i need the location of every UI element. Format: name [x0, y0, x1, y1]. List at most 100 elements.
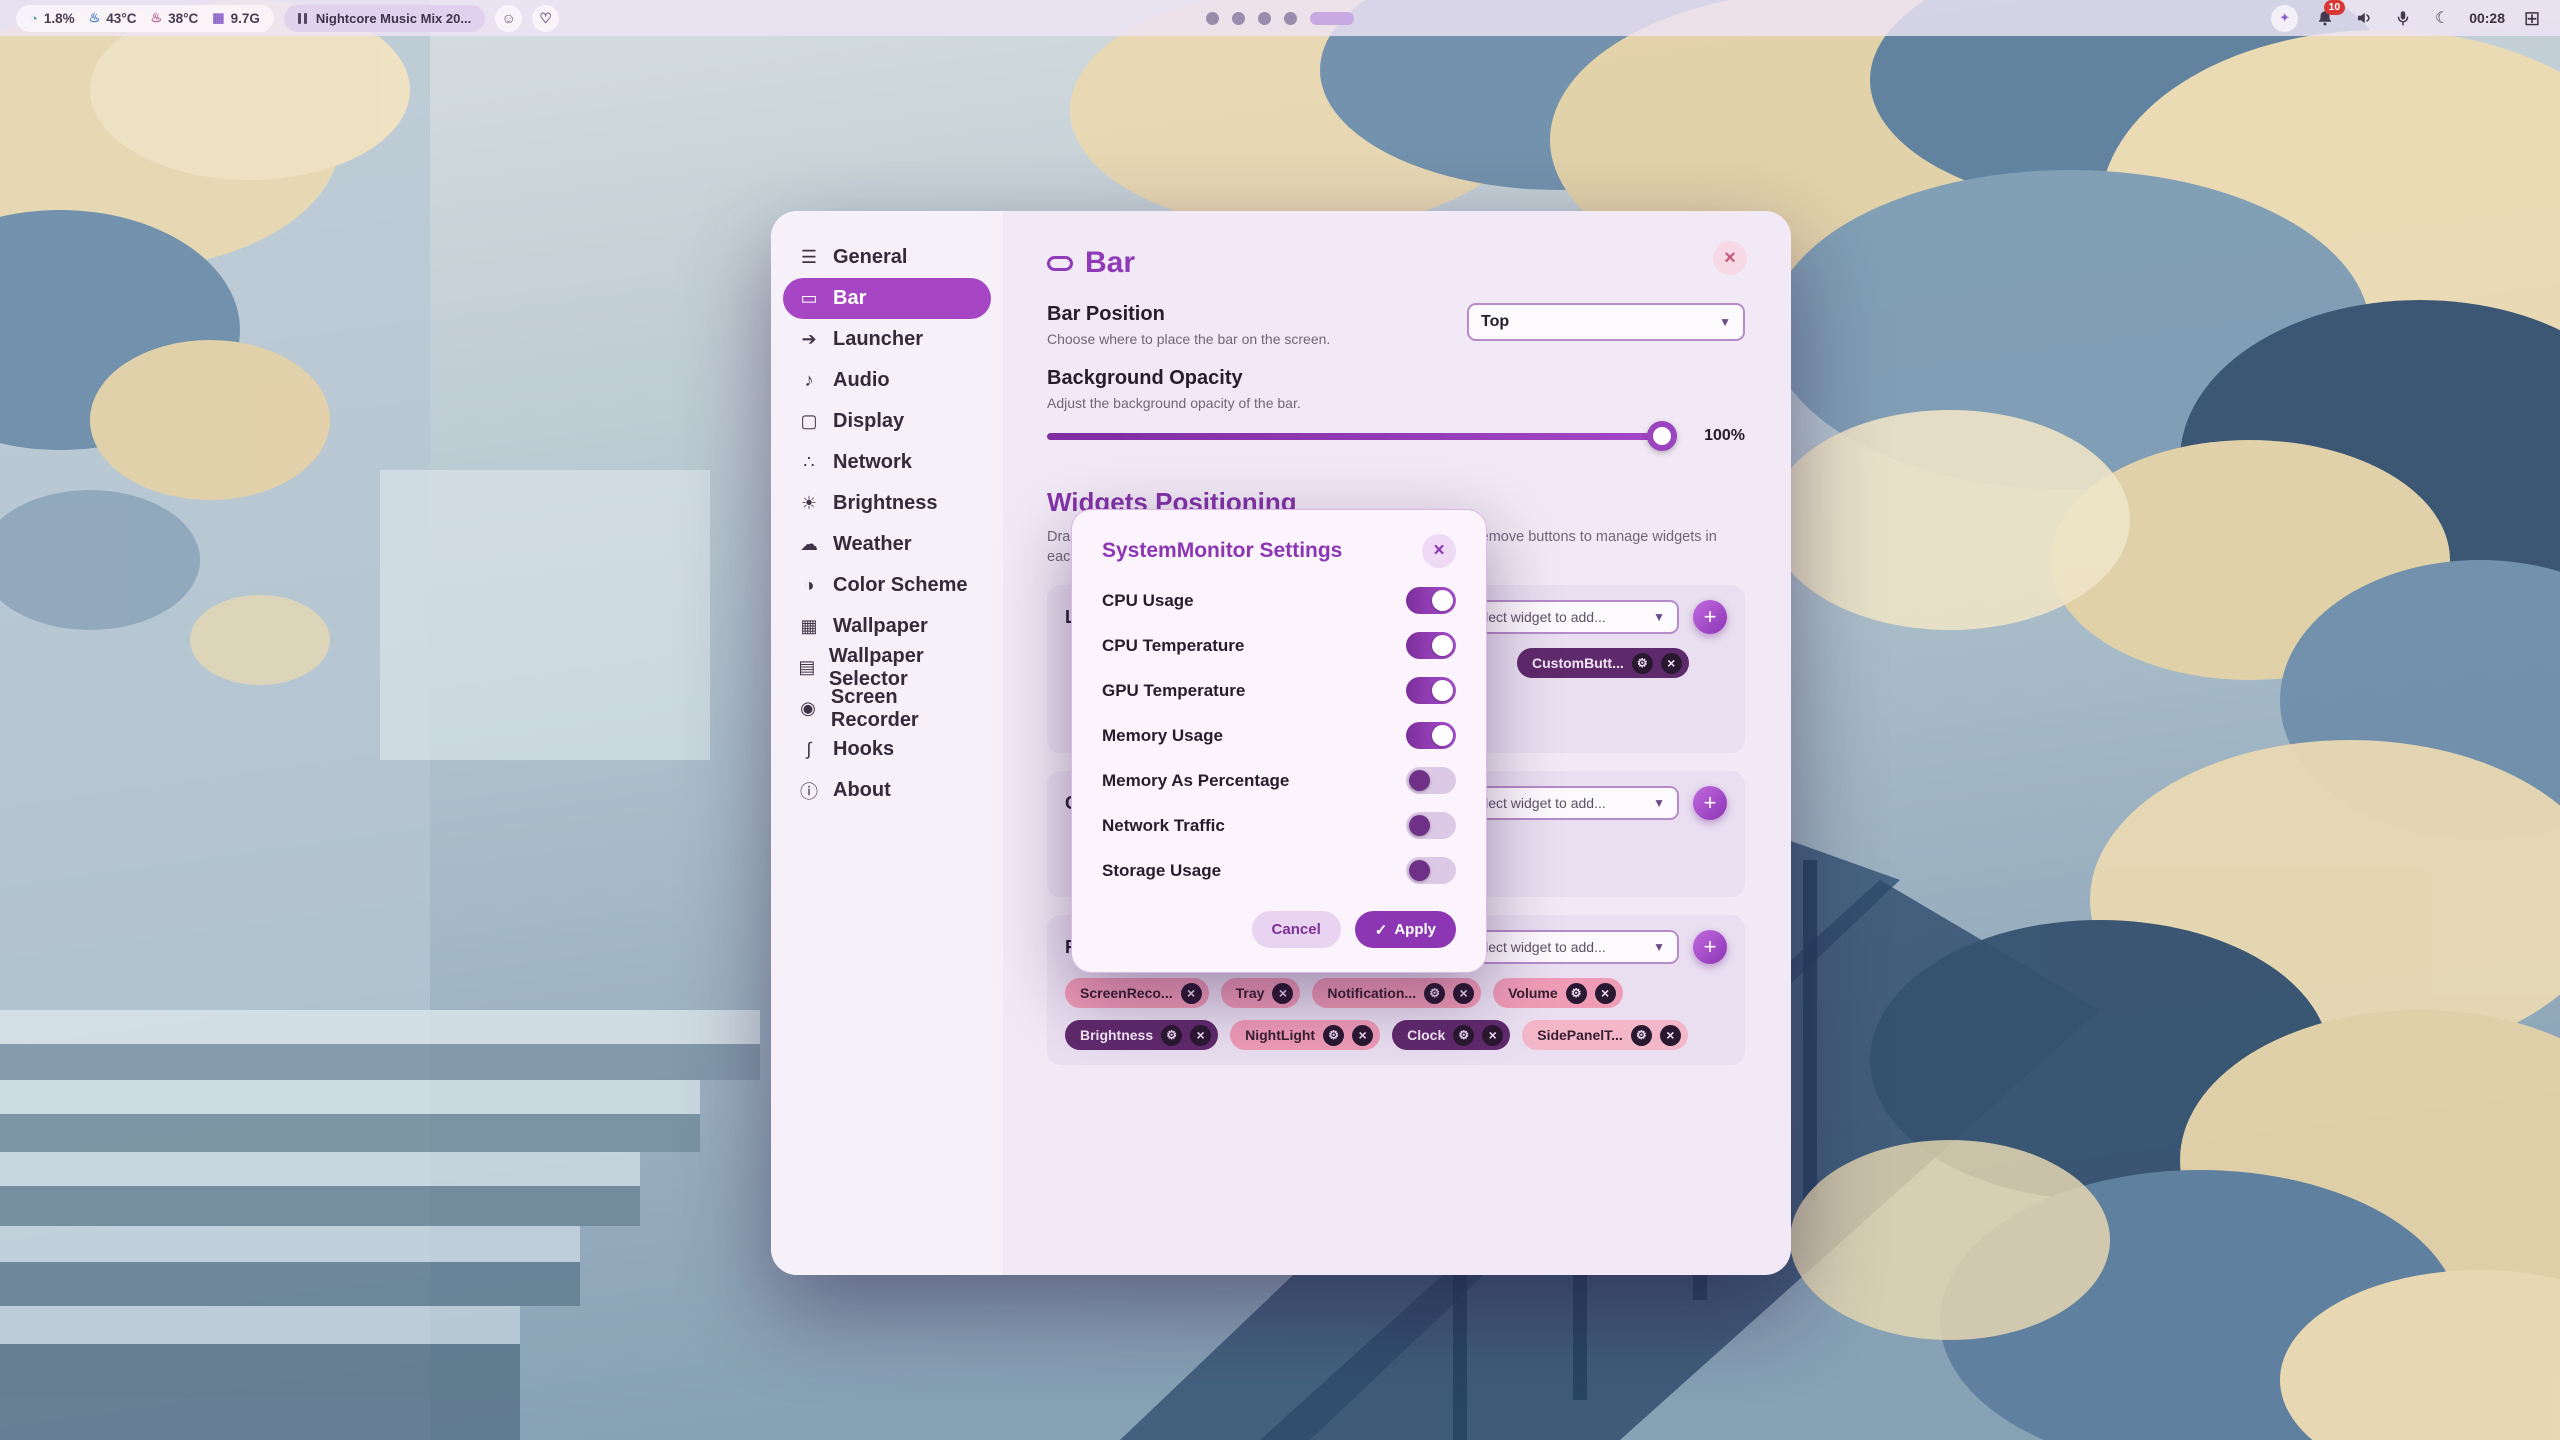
system-stats-pill[interactable]: ◔ 1.8% ♨ 43°C ♨ 38°C ▦ 9.7G — [16, 5, 274, 32]
gear-icon[interactable]: ⚙ — [1424, 983, 1445, 1004]
sidebar-item-launcher[interactable]: ➔ Launcher — [783, 319, 991, 360]
active-workspace-pill[interactable] — [1310, 12, 1354, 25]
panel-icon[interactable]: ✦ — [2271, 5, 2298, 32]
widget-chip-tray[interactable]: Tray × — [1221, 978, 1301, 1008]
memory-usage-toggle[interactable] — [1406, 722, 1456, 749]
close-icon[interactable]: × — [1352, 1025, 1373, 1046]
sidebar-item-display[interactable]: ▢ Display — [783, 401, 991, 442]
cpu-usage-toggle[interactable] — [1406, 587, 1456, 614]
memory-stat: ▦ 9.7G — [212, 10, 260, 26]
sidebar-item-about[interactable]: ⓘ About — [783, 770, 991, 811]
memory-value: 9.7G — [231, 11, 260, 26]
sidebar-item-general[interactable]: ☰ General — [783, 237, 991, 278]
gpu-temp-stat: ♨ 38°C — [150, 10, 198, 26]
apply-button[interactable]: ✓ Apply — [1355, 911, 1456, 948]
chevron-down-icon: ▼ — [1653, 610, 1665, 624]
sidebar-item-hooks[interactable]: ∫ Hooks — [783, 729, 991, 770]
sidebar-item-screen-recorder[interactable]: ◉ Screen Recorder — [783, 688, 991, 729]
apps-grid-icon[interactable]: ⊞ — [2520, 6, 2544, 30]
volume-icon[interactable] — [2352, 6, 2376, 30]
close-icon[interactable]: × — [1482, 1025, 1503, 1046]
bar-position-label: Bar Position — [1047, 303, 1330, 326]
wallpaper-icon: ▦ — [797, 616, 821, 637]
toggle-row-storage-usage: Storage Usage — [1102, 848, 1456, 893]
close-icon[interactable]: × — [1660, 1025, 1681, 1046]
close-icon[interactable]: × — [1661, 653, 1682, 674]
widget-chip-screenrecorder[interactable]: ScreenReco... × — [1065, 978, 1209, 1008]
top-bar: ◔ 1.8% ♨ 43°C ♨ 38°C ▦ 9.7G Nightcore Mu… — [0, 0, 2560, 36]
network-traffic-toggle[interactable] — [1406, 812, 1456, 839]
chevron-down-icon: ▼ — [1719, 315, 1731, 329]
widget-chip-nightlight[interactable]: NightLight ⚙ × — [1230, 1020, 1380, 1050]
bar-icon: ▭ — [797, 288, 821, 309]
add-widget-button-left[interactable]: + — [1693, 600, 1727, 634]
widget-chip-volume[interactable]: Volume ⚙ × — [1493, 978, 1623, 1008]
window-close-button[interactable]: × — [1713, 241, 1747, 275]
sidebar-item-wallpaper-selector[interactable]: ▤ Wallpaper Selector — [783, 647, 991, 688]
bar-shape-icon — [1047, 256, 1073, 271]
dialog-close-button[interactable]: × — [1422, 534, 1456, 568]
sidebar-item-brightness[interactable]: ☀ Brightness — [783, 483, 991, 524]
recorder-icon: ◉ — [797, 698, 819, 719]
gear-icon[interactable]: ⚙ — [1566, 983, 1587, 1004]
workspace-dot[interactable] — [1232, 12, 1245, 25]
bar-position-dropdown[interactable]: Top ▼ — [1467, 303, 1745, 341]
network-icon: ∴ — [797, 452, 821, 473]
microphone-icon[interactable] — [2391, 6, 2415, 30]
gear-icon[interactable]: ⚙ — [1631, 1025, 1652, 1046]
widget-chip-brightness[interactable]: Brightness ⚙ × — [1065, 1020, 1218, 1050]
gear-icon[interactable]: ⚙ — [1453, 1025, 1474, 1046]
memory-as-percentage-toggle[interactable] — [1406, 767, 1456, 794]
close-icon[interactable]: × — [1595, 983, 1616, 1004]
cpu-temp-value: 43°C — [106, 11, 136, 26]
sidebar-item-network[interactable]: ∴ Network — [783, 442, 991, 483]
cpu-temperature-toggle[interactable] — [1406, 632, 1456, 659]
storage-usage-toggle[interactable] — [1406, 857, 1456, 884]
notifications-bell-icon[interactable]: 10 — [2313, 6, 2337, 30]
night-light-moon-icon[interactable]: ☾ — [2430, 6, 2454, 30]
pause-icon[interactable] — [298, 13, 307, 24]
add-widget-dropdown-center[interactable]: Select widget to add... ▼ — [1454, 786, 1679, 820]
toggle-row-cpu-temperature: CPU Temperature — [1102, 623, 1456, 668]
workspace-dot[interactable] — [1206, 12, 1219, 25]
cancel-button[interactable]: Cancel — [1252, 911, 1341, 948]
page-title: Bar — [1085, 246, 1135, 280]
background-opacity-label: Background Opacity — [1047, 367, 1301, 390]
toggle-row-memory-usage: Memory Usage — [1102, 713, 1456, 758]
close-icon[interactable]: × — [1181, 983, 1202, 1004]
media-player-pill[interactable]: Nightcore Music Mix 20... — [284, 5, 485, 32]
widget-chip-clock[interactable]: Clock ⚙ × — [1392, 1020, 1510, 1050]
heart-icon[interactable]: ♡ — [532, 5, 559, 32]
gear-icon[interactable]: ⚙ — [1161, 1025, 1182, 1046]
opacity-slider-track[interactable] — [1047, 433, 1675, 440]
clock[interactable]: 00:28 — [2469, 10, 2505, 26]
widget-chip-notification[interactable]: Notification... ⚙ × — [1312, 978, 1481, 1008]
add-widget-dropdown-right[interactable]: Select widget to add... ▼ — [1454, 930, 1679, 964]
widget-chip-sidepaneltoggle[interactable]: SidePanelT... ⚙ × — [1522, 1020, 1688, 1050]
add-widget-dropdown-left[interactable]: Select widget to add... ▼ — [1454, 600, 1679, 634]
sidebar-item-weather[interactable]: ☁ Weather — [783, 524, 991, 565]
toggle-row-gpu-temperature: GPU Temperature — [1102, 668, 1456, 713]
sidebar-item-color-scheme[interactable]: ◑ Color Scheme — [783, 565, 991, 606]
close-icon[interactable]: × — [1272, 983, 1293, 1004]
emoji-icon[interactable]: ☺ — [495, 5, 522, 32]
add-widget-button-right[interactable]: + — [1693, 930, 1727, 964]
workspace-dot[interactable] — [1284, 12, 1297, 25]
close-icon[interactable]: × — [1453, 983, 1474, 1004]
gear-icon[interactable]: ⚙ — [1632, 653, 1653, 674]
workspace-dot[interactable] — [1258, 12, 1271, 25]
toggle-row-network-traffic: Network Traffic — [1102, 803, 1456, 848]
close-icon[interactable]: × — [1190, 1025, 1211, 1046]
cpu-gauge-icon: ◔ — [30, 11, 38, 26]
sidebar-item-bar[interactable]: ▭ Bar — [783, 278, 991, 319]
gear-icon[interactable]: ⚙ — [1323, 1025, 1344, 1046]
opacity-slider-knob[interactable] — [1647, 421, 1677, 451]
sidebar-item-wallpaper[interactable]: ▦ Wallpaper — [783, 606, 991, 647]
gpu-temperature-toggle[interactable] — [1406, 677, 1456, 704]
widget-chip-custombutton[interactable]: CustomButt... ⚙ × — [1517, 648, 1689, 678]
bar-position-description: Choose where to place the bar on the scr… — [1047, 331, 1330, 347]
gpu-temperature-icon: ♨ — [150, 10, 162, 26]
temperature-icon: ♨ — [89, 10, 101, 26]
add-widget-button-center[interactable]: + — [1693, 786, 1727, 820]
sidebar-item-audio[interactable]: ♪ Audio — [783, 360, 991, 401]
